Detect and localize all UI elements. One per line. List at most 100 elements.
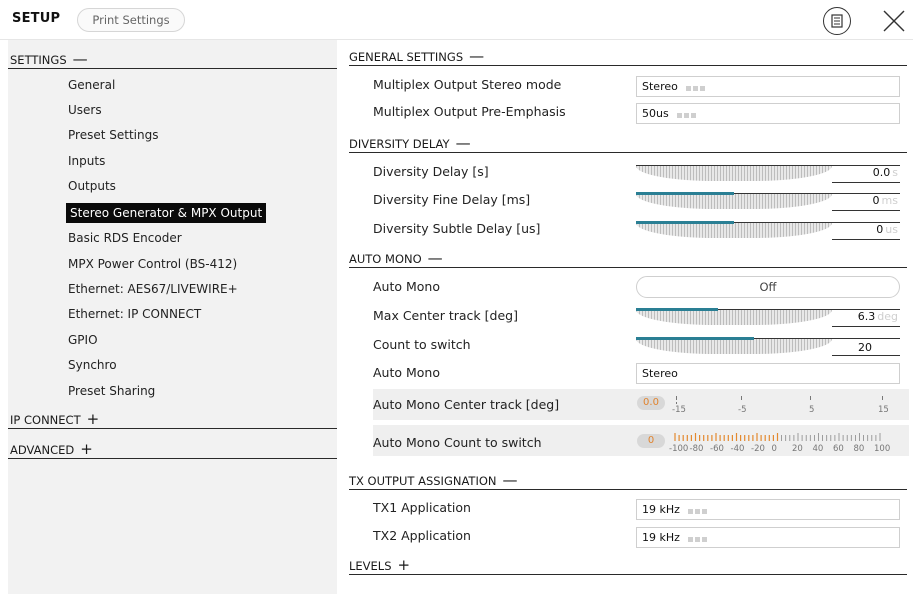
options-dots-icon <box>676 105 698 124</box>
tx2-application-select[interactable]: 19 kHz <box>636 527 900 548</box>
auto-mono-label: Auto Mono <box>373 279 440 294</box>
scale-label: -40 <box>730 444 745 454</box>
auto-mono-toggle[interactable]: Off <box>636 276 900 298</box>
value-readout: 0 us <box>876 223 898 236</box>
value-readout: 20 <box>858 341 872 354</box>
settings-content: GENERAL SETTINGS — Multiplex Output Stere… <box>345 40 913 594</box>
options-dots-icon <box>687 501 709 520</box>
select-value: 19 kHz <box>642 503 680 516</box>
value-fill <box>636 221 734 224</box>
sidebar-item-synchro[interactable]: Synchro <box>64 355 121 375</box>
count-switch-value: 0 <box>637 434 665 448</box>
expand-icon: + <box>80 440 93 458</box>
close-icon <box>883 10 905 32</box>
divider <box>349 152 907 153</box>
scale-label: -80 <box>689 444 704 454</box>
options-dots-icon <box>687 529 709 548</box>
tx1-application-label: TX1 Application <box>373 500 471 515</box>
section-levels[interactable]: LEVELS + <box>349 555 907 575</box>
value-fill <box>636 308 718 311</box>
collapse-icon: — <box>72 50 88 68</box>
collapse-icon: — <box>502 471 518 489</box>
scale-label: 100 <box>874 444 891 454</box>
count-to-switch-knob[interactable]: 20 <box>636 336 900 358</box>
sidebar-section-ip-connect[interactable]: IP CONNECT + <box>8 409 337 429</box>
options-dots-icon <box>685 78 707 97</box>
scale-label: 40 <box>812 444 824 454</box>
sidebar-section-label: ADVANCED <box>10 443 75 457</box>
scale-label: -100 <box>669 444 689 454</box>
scale-label: -5 <box>738 405 747 415</box>
close-button[interactable] <box>880 7 908 35</box>
scale-label: 0 <box>771 444 777 454</box>
sidebar-item-ethernet-aes67[interactable]: Ethernet: AES67/LIVEWIRE+ <box>64 279 242 299</box>
sidebar-item-general[interactable]: General <box>64 75 119 95</box>
section-tx-output-assignation[interactable]: TX OUTPUT ASSIGNATION — <box>349 470 907 490</box>
settings-sidebar: SETTINGS — General Users Preset Settings … <box>8 40 337 594</box>
sidebar-item-preset-sharing[interactable]: Preset Sharing <box>64 381 159 401</box>
pre-emphasis-label: Multiplex Output Pre-Emphasis <box>373 104 566 119</box>
section-title: AUTO MONO <box>349 252 422 266</box>
sidebar-item-outputs[interactable]: Outputs <box>64 176 120 196</box>
diversity-fine-delay-label: Diversity Fine Delay [ms] <box>373 192 531 207</box>
diversity-delay-knob[interactable]: 0.0 s <box>636 163 900 185</box>
expand-icon: + <box>397 556 411 574</box>
scale-label: -60 <box>710 444 724 454</box>
max-center-track-label: Max Center track [deg] <box>373 308 518 323</box>
section-title: LEVELS <box>349 559 392 573</box>
scale-label: 5 <box>809 405 815 415</box>
pre-emphasis-select[interactable]: 50us <box>636 103 900 124</box>
select-value: Stereo <box>642 80 678 93</box>
sidebar-section-label: IP CONNECT <box>10 413 81 427</box>
diversity-subtle-delay-label: Diversity Subtle Delay [us] <box>373 221 541 236</box>
scale-label: 20 <box>792 444 803 454</box>
page-title: SETUP <box>12 11 61 26</box>
diversity-subtle-delay-knob[interactable]: 0 us <box>636 220 900 242</box>
auto-mono-mode-label: Auto Mono <box>373 365 440 380</box>
diversity-delay-label: Diversity Delay [s] <box>373 164 489 179</box>
sidebar-item-users[interactable]: Users <box>64 100 106 120</box>
scale-label: -20 <box>751 444 765 454</box>
divider <box>349 267 907 268</box>
tx2-application-label: TX2 Application <box>373 528 471 543</box>
select-value: 19 kHz <box>642 531 680 544</box>
divider <box>8 428 337 429</box>
scale-label: 15 <box>878 405 889 415</box>
count-switch-scale-labels: -100 -80 -60 -40 -20 0 20 40 60 80 100 <box>669 444 913 456</box>
sidebar-item-inputs[interactable]: Inputs <box>64 151 109 171</box>
sidebar-item-basic-rds-encoder[interactable]: Basic RDS Encoder <box>64 228 186 248</box>
tx1-application-select[interactable]: 19 kHz <box>636 499 900 520</box>
divider <box>8 458 337 459</box>
sidebar-section-advanced[interactable]: ADVANCED + <box>8 439 337 459</box>
section-auto-mono[interactable]: AUTO MONO — <box>349 248 907 268</box>
max-center-track-knob[interactable]: 6.3 deg <box>636 307 900 329</box>
count-switch-scale <box>674 433 881 441</box>
scale-label: -15 <box>672 405 686 415</box>
section-diversity-delay[interactable]: DIVERSITY DELAY — <box>349 133 907 153</box>
sidebar-item-mpx-power-control[interactable]: MPX Power Control (BS-412) <box>64 254 241 274</box>
sidebar-item-ethernet-ip-connect[interactable]: Ethernet: IP CONNECT <box>64 304 205 324</box>
sidebar-item-gpio[interactable]: GPIO <box>64 330 102 350</box>
center-track-value: 0.0 <box>637 396 665 410</box>
sidebar-item-preset-settings[interactable]: Preset Settings <box>64 125 162 145</box>
stereo-mode-select[interactable]: Stereo <box>636 76 900 97</box>
sidebar-section-settings[interactable]: SETTINGS — <box>8 49 337 69</box>
section-title: GENERAL SETTINGS <box>349 50 464 64</box>
expand-icon: + <box>86 410 100 428</box>
divider <box>349 574 907 575</box>
section-general-settings[interactable]: GENERAL SETTINGS — <box>349 46 907 66</box>
auto-mono-count-switch-label: Auto Mono Count to switch <box>373 435 542 450</box>
value-readout: 0 ms <box>872 194 898 207</box>
auto-mono-center-track-label: Auto Mono Center track [deg] <box>373 397 560 412</box>
section-title: TX OUTPUT ASSIGNATION <box>349 474 497 488</box>
diversity-fine-delay-knob[interactable]: 0 ms <box>636 191 900 213</box>
count-to-switch-label: Count to switch <box>373 337 471 352</box>
menu-button[interactable] <box>823 7 851 35</box>
top-bar: SETUP Print Settings <box>0 0 913 40</box>
list-menu-icon <box>830 13 843 28</box>
value-readout: 6.3 deg <box>857 310 898 323</box>
value-readout: 0.0 s <box>872 166 898 179</box>
sidebar-item-stereo-generator[interactable]: Stereo Generator & MPX Output <box>66 203 267 223</box>
print-settings-button[interactable]: Print Settings <box>77 8 185 32</box>
collapse-icon: — <box>427 249 443 267</box>
